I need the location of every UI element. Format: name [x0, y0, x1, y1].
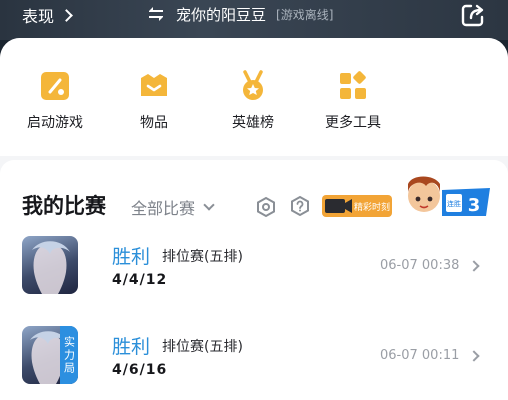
section-title: 我的比赛 [22, 194, 106, 218]
win-streak-badge[interactable]: 连胜 3 [402, 172, 492, 222]
match-time: 06-07 00:11 [380, 348, 460, 363]
streak-count: 3 [468, 195, 481, 216]
chevron-right-icon [468, 350, 480, 362]
match-filter-dropdown[interactable]: 全部比赛 [131, 195, 215, 219]
hexagon-settings-icon[interactable] [255, 196, 277, 218]
performance-label: 表现 [22, 7, 55, 26]
my-matches-card: 我的比赛 全部比赛 精彩时刻 连胜 3 胜利 排位赛(五排) 4/4/12 06… [0, 160, 508, 400]
chevron-right-icon [60, 8, 73, 22]
share-icon[interactable] [460, 2, 486, 28]
player-switcher[interactable]: 宠你的阳豆豆 [游戏离线] [146, 3, 333, 25]
help-icon[interactable] [289, 195, 311, 217]
match-kda: 4/6/16 [112, 362, 168, 378]
tool-label: 物品 [140, 115, 168, 131]
more-tools-icon [340, 71, 366, 99]
match-result: 胜利 [112, 336, 151, 358]
highlight-video-badge[interactable]: 精彩时刻 [322, 193, 392, 219]
performance-link[interactable]: 表现 [22, 4, 73, 26]
tool-label: 英雄榜 [232, 115, 274, 131]
medal-icon [243, 70, 263, 100]
chevron-down-icon [203, 199, 215, 211]
tool-items[interactable]: 物品 [109, 70, 199, 140]
player-status: [游戏离线] [276, 7, 334, 22]
chevron-right-icon [468, 260, 480, 272]
hero-avatar [22, 236, 78, 294]
player-name: 宠你的阳豆豆 [176, 5, 267, 24]
match-filter-value: 全部比赛 [131, 199, 196, 218]
match-result: 胜利 [112, 246, 151, 268]
swap-icon [149, 7, 163, 21]
match-time: 06-07 00:38 [380, 258, 460, 273]
tool-launch-game[interactable]: 启动游戏 [10, 70, 100, 140]
match-row[interactable]: 实力局 胜利 排位赛(五排) 4/6/16 06-07 00:11 [0, 326, 508, 396]
tool-hero-ranking[interactable]: 英雄榜 [208, 70, 298, 140]
strength-tag: 实力局 [60, 326, 78, 384]
highlight-badge-text: 精彩时刻 [354, 201, 390, 213]
match-kda: 4/4/12 [112, 272, 168, 288]
hero-avatar: 实力局 [22, 326, 78, 384]
tool-more[interactable]: 更多工具 [308, 70, 398, 140]
tool-label: 启动游戏 [27, 115, 83, 131]
strength-tag-text: 实力局 [62, 335, 76, 375]
match-mode: 排位赛(五排) [162, 249, 243, 265]
items-icon [141, 74, 167, 96]
streak-label: 连胜 [447, 199, 461, 208]
launch-game-icon [41, 72, 69, 100]
match-mode: 排位赛(五排) [162, 339, 243, 355]
tool-label: 更多工具 [325, 115, 381, 131]
tools-row: 启动游戏 物品 英雄榜 更多工具 [0, 38, 508, 156]
match-row[interactable]: 胜利 排位赛(五排) 4/4/12 06-07 00:38 [0, 236, 508, 306]
